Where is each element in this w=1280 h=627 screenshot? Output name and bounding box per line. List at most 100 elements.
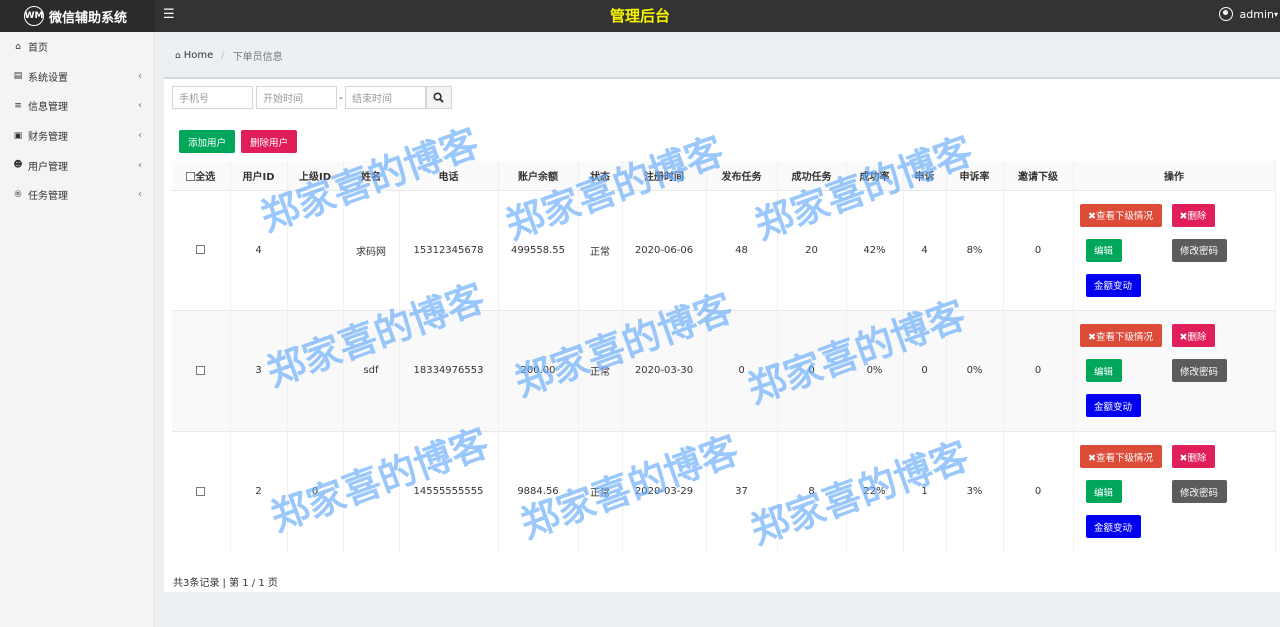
table-row: 2 0 14555555555 9884.56 正常 2020-03-29 37… (172, 430, 1276, 552)
delete-row-button[interactable]: ✖删除 (1171, 445, 1215, 468)
change-password-button[interactable]: 修改密码 (1171, 480, 1227, 503)
balance-change-button[interactable]: 金额变动 (1085, 515, 1141, 538)
settings-icon: ▤ (13, 71, 23, 82)
search-icon (433, 92, 445, 103)
sidebar-item-label: 财务管理 (28, 132, 68, 144)
sidebar-item-label: 用户管理 (28, 161, 68, 173)
search-button[interactable] (425, 86, 452, 109)
cell-user-id: 4 (230, 189, 288, 311)
sidebar-item-task-management[interactable]: ® 任务管理 ‹ (0, 180, 154, 210)
user-menu[interactable]: admin ▾ (1218, 7, 1278, 21)
sidebar-item-system-settings[interactable]: ▤ 系统设置 ‹ (0, 62, 154, 92)
breadcrumb-separator: / (221, 50, 225, 61)
cell-published: 48 (706, 189, 778, 311)
cell-parent-id (287, 310, 344, 431)
sidebar-item-finance-management[interactable]: ▣ 财务管理 ‹ (0, 121, 154, 151)
sidebar-item-info-management[interactable]: ≡ 信息管理 ‹ (0, 91, 154, 121)
column-header: 申诉率 (946, 161, 1004, 190)
row-checkbox[interactable] (196, 486, 206, 496)
chevron-left-icon: ‹ (138, 189, 142, 201)
cell-status: 正常 (578, 310, 623, 431)
sidebar-item-user-management[interactable]: ☻ 用户管理 ‹ (0, 150, 154, 180)
hamburger-icon[interactable]: ☰ (163, 7, 175, 22)
cell-user-id: 2 (230, 430, 288, 552)
table-row: 3 sdf 18334976553 200.00 正常 2020-03-30 0… (172, 310, 1276, 431)
search-bar: 手机号 开始时间 - 结束时间 (172, 86, 452, 109)
column-header: 状态 (578, 161, 623, 190)
phone-input[interactable]: 手机号 (172, 86, 253, 109)
cell-rate: 0% (846, 310, 904, 431)
cell-phone: 14555555555 (399, 430, 499, 552)
view-subordinates-button[interactable]: ✖查看下级情况 (1079, 203, 1162, 227)
cell-operations: ✖查看下级情况 ✖删除 编辑 修改密码 金额变动 (1073, 430, 1276, 552)
cell-operations: ✖查看下级情况 ✖删除 编辑 修改密码 金额变动 (1073, 310, 1276, 431)
column-header: 电话 (399, 161, 499, 190)
cell-appeal-rate: 8% (946, 189, 1004, 311)
change-password-button[interactable]: 修改密码 (1171, 238, 1227, 262)
balance-change-button[interactable]: 金额变动 (1085, 273, 1141, 297)
start-time-input[interactable]: 开始时间 (256, 86, 337, 109)
sidebar-item-label: 首页 (28, 43, 48, 55)
sidebar-item-label: 任务管理 (28, 191, 68, 203)
user-avatar-icon (1218, 7, 1233, 21)
cell-balance: 9884.56 (498, 430, 579, 552)
edit-button[interactable]: 编辑 (1085, 238, 1122, 262)
cell-invites: 0 (1003, 189, 1074, 311)
cell-reg-date: 2020-03-30 (622, 310, 707, 431)
delete-row-button[interactable]: ✖删除 (1171, 324, 1215, 348)
select-all-checkbox[interactable] (186, 172, 196, 182)
chevron-left-icon: ‹ (138, 130, 142, 142)
view-subordinates-button[interactable]: ✖查看下级情况 (1079, 324, 1162, 348)
cell-published: 0 (706, 310, 778, 431)
cell-parent-id: 0 (287, 430, 344, 552)
cell-appeal-rate: 0% (946, 310, 1004, 431)
user-table: 全选 用户ID 上级ID 姓名 电话 账户余额 状态 注册时间 发布任务 成功任… (172, 161, 1276, 552)
home-icon: ⌂ (175, 50, 181, 61)
money-icon: ▣ (13, 130, 23, 141)
cell-invites: 0 (1003, 310, 1074, 431)
sidebar-item-home[interactable]: ⌂ 首页 (0, 32, 154, 62)
cell-status: 正常 (578, 189, 623, 311)
end-time-input[interactable]: 结束时间 (344, 86, 426, 109)
cell-name: 求码网 (343, 189, 400, 311)
sidebar-item-label: 系统设置 (28, 72, 68, 84)
cell-user-id: 3 (230, 310, 288, 431)
select-all-header[interactable]: 全选 (172, 161, 231, 190)
delete-user-button[interactable]: 删除用户 (241, 130, 297, 153)
cell-phone: 18334976553 (399, 310, 499, 431)
cell-operations: ✖查看下级情况 ✖删除 编辑 修改密码 金额变动 (1073, 189, 1276, 311)
list-icon: ≡ (14, 100, 22, 111)
add-user-button[interactable]: 添加用户 (179, 130, 235, 153)
cell-reg-date: 2020-03-29 (622, 430, 707, 552)
column-header: 注册时间 (622, 161, 707, 190)
brand[interactable]: WM 微信辅助系统 (0, 0, 155, 32)
row-checkbox[interactable] (196, 365, 206, 375)
breadcrumb-home[interactable]: Home (184, 50, 214, 61)
cell-name (343, 430, 400, 552)
balance-change-button[interactable]: 金额变动 (1085, 394, 1141, 418)
change-password-button[interactable]: 修改密码 (1171, 359, 1227, 383)
cell-success: 8 (777, 430, 847, 552)
users-icon: ☻ (13, 160, 23, 171)
edit-button[interactable]: 编辑 (1085, 480, 1122, 503)
cell-phone: 15312345678 (399, 189, 499, 311)
breadcrumb: ⌂ Home / 下单员信息 (175, 48, 283, 63)
column-header: 成功任务 (777, 161, 847, 190)
column-header: 姓名 (343, 161, 400, 190)
cell-rate: 42% (846, 189, 904, 311)
range-dash: - (339, 91, 343, 104)
top-navbar: WM 微信辅助系统 ☰ 管理后台 admin ▾ (0, 0, 1280, 32)
edit-button[interactable]: 编辑 (1085, 359, 1122, 383)
brand-name: 微信辅助系统 (49, 10, 128, 26)
view-subordinates-button[interactable]: ✖查看下级情况 (1079, 445, 1162, 468)
sidebar-item-label: 信息管理 (28, 102, 68, 114)
chevron-left-icon: ‹ (138, 159, 142, 171)
cell-balance: 200.00 (498, 310, 579, 431)
cell-parent-id (287, 189, 344, 311)
cell-balance: 499558.55 (498, 189, 579, 311)
column-header: 用户ID (230, 161, 288, 190)
column-header: 成功率 (846, 161, 904, 190)
row-checkbox[interactable] (196, 245, 206, 255)
cell-appeal: 4 (903, 189, 947, 311)
delete-row-button[interactable]: ✖删除 (1171, 203, 1215, 227)
